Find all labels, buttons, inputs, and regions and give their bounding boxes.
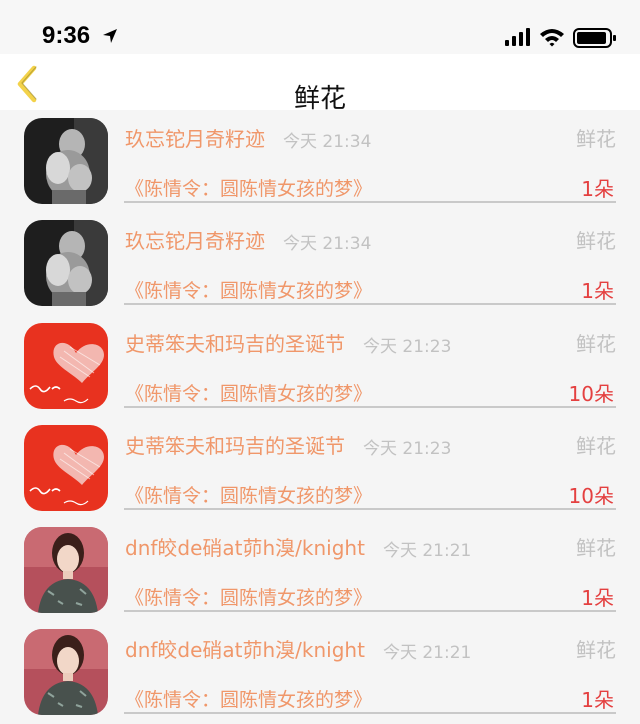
timestamp: 今天 21:21 — [382, 541, 472, 562]
sender-name[interactable]: dnf皎de硝at茆h溴/knight — [125, 532, 365, 561]
status-bar: 9:36 — [0, 0, 640, 54]
divider — [124, 610, 616, 613]
status-time: 9:36 — [42, 22, 91, 49]
gift-quantity: 1朵 — [581, 279, 614, 304]
gift-row[interactable]: 史蒂笨夫和玛吉的圣诞节 今天 21:23 鲜花 《陈情令：圆陈情女孩的梦》 10… — [0, 315, 640, 417]
gift-row[interactable]: dnf皎de硝at茆h溴/knight 今天 21:21 鲜花 《陈情令：圆陈情… — [0, 621, 640, 723]
gift-type: 鲜花 — [576, 536, 616, 561]
gift-quantity: 10朵 — [568, 381, 614, 406]
divider — [124, 201, 616, 203]
gift-type: 鲜花 — [576, 638, 616, 663]
nav-bar: 鲜花 — [0, 54, 640, 114]
timestamp: 今天 21:34 — [283, 234, 372, 255]
gift-quantity: 10朵 — [568, 483, 614, 508]
gift-quantity: 1朵 — [581, 586, 614, 611]
sender-name[interactable]: 史蒂笨夫和玛吉的圣诞节 — [125, 430, 345, 459]
sender-name[interactable]: 玖忘铊月奇籽迹 — [125, 225, 265, 254]
gift-quantity: 1朵 — [581, 177, 614, 201]
cellular-signal-icon — [505, 28, 531, 50]
sender-name[interactable]: 玖忘铊月奇籽迹 — [125, 123, 265, 152]
avatar[interactable] — [24, 118, 108, 204]
timestamp: 今天 21:23 — [363, 438, 452, 459]
book-title[interactable]: 《陈情令：圆陈情女孩的梦》 — [125, 685, 372, 712]
book-title[interactable]: 《陈情令：圆陈情女孩的梦》 — [125, 481, 372, 508]
avatar[interactable] — [24, 322, 108, 409]
gift-quantity: 1朵 — [581, 688, 614, 713]
gift-row[interactable]: 史蒂笨夫和玛吉的圣诞节 今天 21:23 鲜花 《陈情令：圆陈情女孩的梦》 10… — [0, 417, 640, 519]
wifi-icon — [539, 27, 565, 51]
timestamp: 今天 21:21 — [382, 643, 472, 664]
gift-row[interactable]: 玖忘铊月奇籽迹 今天 21:34 鲜花 《陈情令：圆陈情女孩的梦》 1朵 — [0, 110, 640, 212]
gift-type: 鲜花 — [576, 127, 616, 151]
battery-icon — [573, 28, 617, 52]
gift-type: 鲜花 — [576, 433, 616, 458]
book-title[interactable]: 《陈情令：圆陈情女孩的梦》 — [125, 379, 372, 406]
avatar[interactable] — [24, 629, 108, 716]
timestamp: 今天 21:34 — [283, 132, 372, 152]
divider — [124, 507, 616, 510]
book-title[interactable]: 《陈情令：圆陈情女孩的梦》 — [125, 583, 372, 610]
divider — [124, 405, 616, 408]
avatar[interactable] — [24, 527, 108, 614]
gift-row[interactable]: dnf皎de硝at茆h溴/knight 今天 21:21 鲜花 《陈情令：圆陈情… — [0, 519, 640, 621]
gift-list: 玖忘铊月奇籽迹 今天 21:34 鲜花 《陈情令：圆陈情女孩的梦》 1朵 玖忘铊… — [0, 110, 640, 724]
gift-type: 鲜花 — [576, 229, 616, 254]
timestamp: 今天 21:23 — [363, 336, 452, 357]
avatar[interactable] — [24, 424, 108, 511]
gift-row[interactable]: 玖忘铊月奇籽迹 今天 21:34 鲜花 《陈情令：圆陈情女孩的梦》 1朵 — [0, 212, 640, 314]
book-title[interactable]: 《陈情令：圆陈情女孩的梦》 — [125, 276, 372, 303]
sender-name[interactable]: dnf皎de硝at茆h溴/knight — [125, 634, 365, 663]
book-title[interactable]: 《陈情令：圆陈情女孩的梦》 — [125, 174, 372, 201]
location-arrow-icon — [102, 28, 118, 48]
sender-name[interactable]: 史蒂笨夫和玛吉的圣诞节 — [125, 328, 345, 357]
avatar[interactable] — [24, 220, 108, 307]
gift-type: 鲜花 — [576, 331, 616, 356]
divider — [124, 303, 616, 306]
